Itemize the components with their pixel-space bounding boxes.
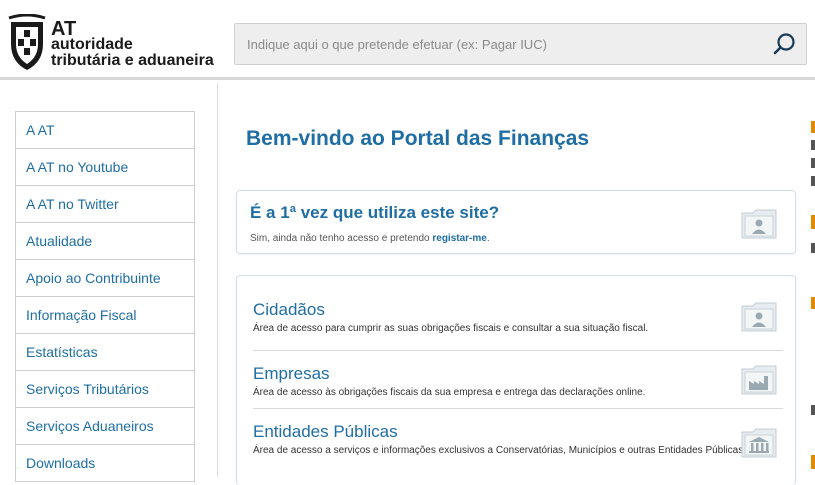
service-empresas-link[interactable]: Empresas bbox=[253, 364, 783, 384]
first-visit-text-suffix: . bbox=[486, 233, 490, 244]
coat-of-arms-icon bbox=[8, 14, 46, 70]
sidebar-item-twitter[interactable]: A AT no Twitter bbox=[16, 186, 194, 223]
sidebar-item-servicos-aduaneiros[interactable]: Serviços Aduaneiros bbox=[16, 408, 194, 445]
service-cidadaos: Cidadãos Área de acesso para cumprir as … bbox=[253, 300, 783, 335]
register-link[interactable]: registar-me bbox=[432, 233, 486, 244]
sidebar-item-youtube[interactable]: A AT no Youtube bbox=[16, 149, 194, 186]
sidebar-nav: A AT A AT no Youtube A AT no Twitter Atu… bbox=[15, 111, 195, 482]
sidebar-item-estatisticas[interactable]: Estatísticas bbox=[16, 334, 194, 371]
site-header: AT autoridade tributária e aduaneira bbox=[0, 0, 815, 80]
sidebar-item-apoio-contribuinte[interactable]: Apoio ao Contribuinte bbox=[16, 260, 194, 297]
service-divider bbox=[253, 408, 783, 409]
search-icon[interactable] bbox=[772, 31, 798, 57]
logo-line-3: tributária e aduaneira bbox=[51, 52, 214, 69]
person-folder-icon bbox=[741, 302, 777, 332]
search-input[interactable] bbox=[235, 24, 755, 64]
building-folder-icon bbox=[741, 428, 777, 458]
service-empresas: Empresas Área de acesso às obrigações fi… bbox=[253, 364, 783, 399]
logo-line-2: autoridade bbox=[51, 36, 133, 53]
at-logo[interactable]: AT autoridade tributária e aduaneira bbox=[7, 14, 222, 72]
logo-line-1: AT bbox=[51, 18, 77, 40]
services-box: Cidadãos Área de acesso para cumprir as … bbox=[236, 275, 796, 485]
page-title: Bem-vindo ao Portal das Finanças bbox=[246, 127, 590, 150]
clipped-content-marks bbox=[811, 121, 815, 469]
service-divider bbox=[253, 350, 783, 351]
search-bar bbox=[234, 23, 807, 65]
person-folder-icon bbox=[741, 209, 777, 239]
logo-text: AT autoridade tributária e aduaneira bbox=[51, 18, 214, 69]
service-cidadaos-desc: Área de acesso para cumprir as suas obri… bbox=[253, 323, 649, 334]
first-visit-title: É a 1ª vez que utiliza este site? bbox=[250, 203, 500, 222]
sidebar-item-atualidade[interactable]: Atualidade bbox=[16, 223, 194, 260]
service-cidadaos-link[interactable]: Cidadãos bbox=[253, 300, 783, 320]
service-empresas-desc: Área de acesso às obrigações fiscais da … bbox=[253, 387, 646, 398]
sidebar-column: A AT A AT no Youtube A AT no Twitter Atu… bbox=[0, 83, 218, 482]
service-entidades-publicas: Entidades Públicas Área de acesso a serv… bbox=[253, 422, 783, 457]
sidebar-item-servicos-tributarios[interactable]: Serviços Tributários bbox=[16, 371, 194, 408]
sidebar-item-informacao-fiscal[interactable]: Informação Fiscal bbox=[16, 297, 194, 334]
service-entidades-link[interactable]: Entidades Públicas bbox=[253, 422, 783, 442]
sidebar-item-downloads[interactable]: Downloads bbox=[16, 445, 194, 482]
sidebar-item-a-at[interactable]: A AT bbox=[16, 112, 194, 149]
factory-folder-icon bbox=[741, 365, 777, 395]
right-column-clipped bbox=[808, 83, 815, 477]
first-visit-text: Sim, ainda não tenho acesso e pretendo r… bbox=[250, 233, 490, 244]
first-visit-box: É a 1ª vez que utiliza este site? Sim, a… bbox=[236, 190, 796, 254]
service-entidades-desc: Área de acesso a serviços e informações … bbox=[253, 445, 747, 456]
first-visit-text-lead: Sim, ainda não tenho acesso e pretendo bbox=[250, 233, 433, 244]
